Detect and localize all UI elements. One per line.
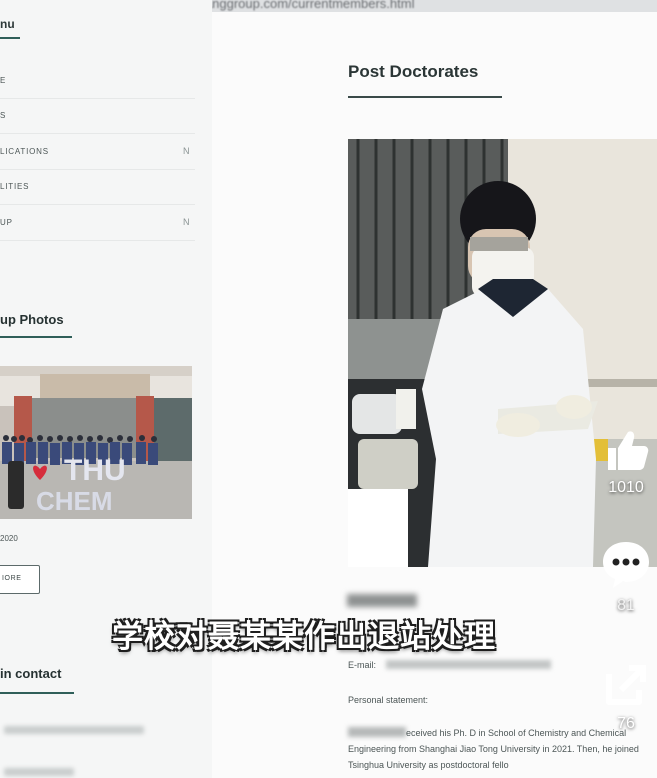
share-button[interactable]: 76 [595,660,657,733]
member-photo-image [348,139,657,567]
chevron-icon[interactable]: N [183,146,190,156]
page-title: Post Doctorates [348,62,479,81]
sidebar-item-label: LITIES [0,182,30,191]
group-photo[interactable]: THU CHEM [0,366,192,519]
sidebar-item-facilities[interactable]: LITIES [0,170,195,205]
share-icon [606,665,646,705]
sidebar-item-label: UP [0,218,13,227]
more-button-label: IORE [2,575,22,582]
email-value [386,660,551,669]
photo-caption: 2020 [0,534,18,543]
like-button[interactable]: 1010 [595,428,657,497]
member-name [347,594,417,607]
section-underline [0,336,72,338]
comment-bubble-icon [603,542,649,588]
chem-sign: CHEM [36,486,113,516]
contact-line [4,726,144,734]
group-photos-title: up Photos [0,312,64,327]
thu-sign: THU [64,454,126,487]
video-subtitle: 学校对聂某某作出退站处理 [112,619,496,655]
webpage: ✕ thuwanglianggroup.com/currentmembers.h… [0,0,657,778]
contact-title: in contact [0,666,62,681]
share-count: 76 [617,715,635,732]
chevron-icon[interactable]: N [183,217,190,227]
comment-count: 81 [617,597,635,614]
thumbs-up-icon [608,431,649,470]
like-count: 1010 [608,479,644,496]
contact-line [4,768,74,776]
sidebar-item-publications[interactable]: LICATIONS N [0,135,195,170]
section-underline [0,692,74,694]
heading-underline [0,37,20,39]
sidebar-item-label: S [0,111,7,120]
comment-button[interactable]: 81 [595,538,657,615]
sidebar-menu-heading: nu [0,17,15,31]
member-photo[interactable] [348,139,657,567]
statement-label: Personal statement: [348,695,429,705]
sidebar: nu E S LICATIONS N LITIES UP N up Photos [0,0,212,778]
email-label: E-mail: [348,660,377,670]
sidebar-item-label: LICATIONS [0,147,49,156]
title-underline [348,96,502,98]
sidebar-item-home[interactable]: E [0,64,195,99]
more-button[interactable]: IORE [0,565,40,594]
sidebar-item-group[interactable]: UP N [0,206,195,241]
sidebar-item-news[interactable]: S [0,99,195,134]
sidebar-item-label: E [0,76,7,85]
